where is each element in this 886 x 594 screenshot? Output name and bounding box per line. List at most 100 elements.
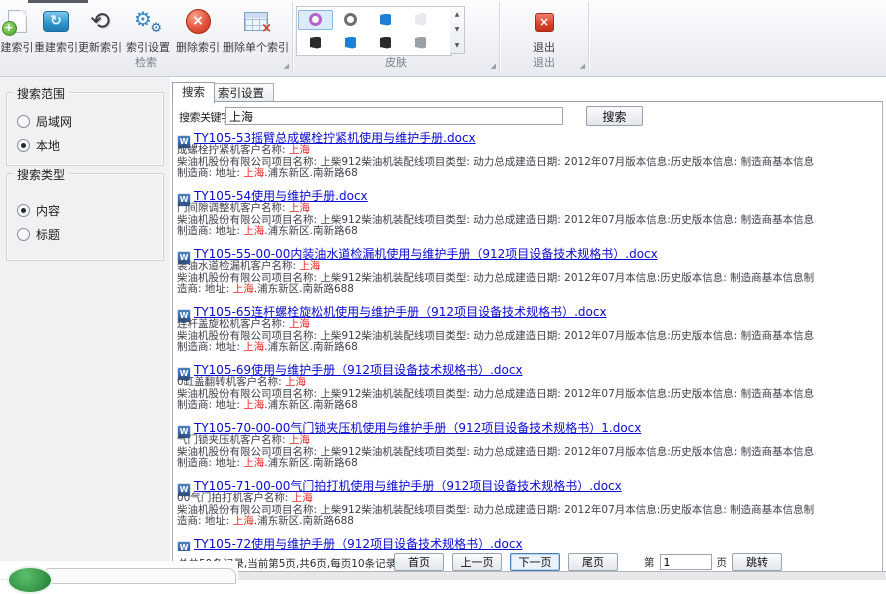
- skin-gallery-scroll[interactable]: ▲ ▼ ▼: [450, 6, 465, 54]
- create-index-icon: +: [8, 10, 27, 33]
- keyword-highlight: 上海: [289, 318, 310, 330]
- group-label-exit: 退出: [500, 54, 588, 70]
- dialog-launcher-icon[interactable]: ◢: [284, 63, 289, 70]
- result-item: WTY105-53摇臂总成螺栓拧紧机使用与维护手册.docx成螺栓拧紧机客户名称…: [177, 129, 879, 187]
- page-number-input[interactable]: [660, 554, 712, 570]
- result-link[interactable]: TY105-70-00-00气门锁夹压机使用与维护手册（912项目设备技术规格书…: [194, 421, 641, 435]
- radio-label: 内容: [36, 202, 60, 219]
- result-link[interactable]: TY105-54使用与维护手册.docx: [194, 189, 368, 203]
- radio-icon[interactable]: [17, 139, 30, 152]
- radio-icon[interactable]: [17, 204, 30, 217]
- page-prefix-label: 第: [644, 555, 655, 570]
- keyword-highlight: 上海: [289, 202, 310, 214]
- result-detail-line: 制造商: 地址: 上海.浦东新区.南新路68: [177, 342, 879, 354]
- search-keyword-label: 搜索关键字: [179, 109, 232, 125]
- search-type-title: 搜索类型: [13, 166, 69, 183]
- result-detail-line: 制造商: 地址: 上海.浦东新区.南新路68: [177, 168, 879, 180]
- skin-theme-blue-2013[interactable]: [333, 33, 368, 53]
- skin-theme-silver[interactable]: [403, 33, 438, 53]
- search-button[interactable]: 搜索: [586, 106, 643, 126]
- result-link[interactable]: TY105-65连杆螺栓旋松机使用与维护手册（912项目设备技术规格书）.doc…: [194, 305, 607, 319]
- pagination-goto: 第 页 跳转: [644, 553, 782, 571]
- tab-index-settings[interactable]: 索引设置: [208, 83, 274, 103]
- result-detail-line: 制造商: 地址: 上海.浦东新区.南新路68: [177, 226, 879, 238]
- search-tab-panel: 搜索关键字 搜索 WTY105-53摇臂总成螺栓拧紧机使用与维护手册.docx成…: [172, 101, 883, 572]
- result-link[interactable]: TY105-72使用与维护手册（912项目设备技术规格书）.docx: [194, 537, 523, 551]
- skin-swatch-icon: [415, 14, 426, 26]
- first-page-button[interactable]: 首页: [394, 553, 444, 571]
- last-page-button[interactable]: 尾页: [568, 553, 618, 571]
- scroll-down-icon[interactable]: ▼: [450, 22, 464, 37]
- result-detail-line: 制造商: 地址: 上海.浦东新区.南新路68: [177, 458, 879, 470]
- skin-theme-light[interactable]: [403, 10, 438, 30]
- word-doc-icon: W: [177, 541, 191, 551]
- search-scope-title: 搜索范围: [13, 85, 69, 102]
- result-detail-line: 造商: 地址: 上海.浦东新区.南新路688: [177, 284, 879, 296]
- result-link[interactable]: TY105-69使用与维护手册（912项目设备技术规格书）.docx: [194, 363, 523, 377]
- ribbon-group-skin: ▲ ▼ ▼ 皮肤 ◢: [293, 2, 500, 73]
- group-label-skin: 皮肤: [293, 54, 499, 70]
- radio-title[interactable]: 标题: [17, 226, 60, 243]
- result-link[interactable]: TY105-71-00-00气门拍打机使用与维护手册（912项目设备技术规格书）…: [194, 479, 622, 493]
- skin-theme-dark[interactable]: [368, 33, 403, 53]
- skin-gallery: [296, 6, 452, 56]
- exit-button[interactable]: × 退出: [514, 4, 574, 55]
- radio-label: 局域网: [36, 113, 72, 130]
- result-link[interactable]: TY105-55-00-00内装油水道检漏机使用与维护手册（912项目设备技术规…: [194, 247, 658, 261]
- next-page-button[interactable]: 下一页: [510, 553, 560, 571]
- keyword-highlight: 上海: [243, 457, 264, 469]
- rebuild-index-icon: ↻: [43, 11, 69, 32]
- skin-theme-purple-ring[interactable]: [298, 10, 333, 30]
- result-item: WTY105-65连杆螺栓旋松机使用与维护手册（912项目设备技术规格书）.do…: [177, 303, 879, 361]
- results-list: WTY105-53摇臂总成螺栓拧紧机使用与维护手册.docx成螺栓拧紧机客户名称…: [177, 129, 879, 551]
- search-type-groupbox: 搜索类型 内容 标题: [6, 173, 164, 261]
- delete-single-index-button[interactable]: × 删除单个索引: [214, 4, 298, 55]
- radio-local[interactable]: 本地: [17, 137, 60, 154]
- skin-swatch-icon: [380, 37, 391, 49]
- skin-swatch-icon: [415, 37, 426, 49]
- search-keyword-input[interactable]: [225, 107, 563, 125]
- button-label: 删除单个索引: [214, 39, 298, 55]
- index-settings-icon: ⚙⚙: [134, 7, 162, 35]
- prev-page-button[interactable]: 上一页: [452, 553, 502, 571]
- skin-theme-black[interactable]: [298, 33, 333, 53]
- tab-search[interactable]: 搜索: [172, 82, 215, 103]
- update-index-icon: ⟲: [90, 9, 110, 33]
- result-link[interactable]: TY105-53摇臂总成螺栓拧紧机使用与维护手册.docx: [194, 131, 476, 145]
- dialog-launcher-icon[interactable]: ◢: [580, 63, 585, 70]
- result-item: WTY105-54使用与维护手册.docx门间隙调整机客户名称: 上海柴油机股份…: [177, 187, 879, 245]
- keyword-highlight: 上海: [243, 341, 264, 353]
- skin-swatch-icon: [345, 37, 356, 49]
- sidebar: 搜索范围 局域网 本地 搜索类型 内容 标题: [0, 77, 171, 571]
- jump-button[interactable]: 跳转: [732, 553, 782, 571]
- scroll-up-icon[interactable]: ▲: [450, 7, 464, 22]
- keyword-highlight: 上海: [299, 260, 320, 272]
- skin-swatch-icon: [380, 14, 391, 26]
- radio-lan[interactable]: 局域网: [17, 113, 72, 130]
- result-detail-line: 造商: 地址: 上海.浦东新区.南新路688: [177, 516, 879, 528]
- keyword-highlight: 上海: [233, 283, 254, 295]
- radio-icon[interactable]: [17, 228, 30, 241]
- search-row: 搜索关键字 搜索: [173, 106, 882, 126]
- ribbon: + 建索引 ↻ 重建索引 ⟲ 更新索引 ⚙⚙ 索引设置 × 删除索引 × 删除单…: [0, 0, 886, 77]
- gallery-expand-icon[interactable]: ▼: [450, 38, 464, 53]
- group-label-retrieval: 检索: [0, 54, 292, 70]
- result-detail-line: 制造商: 地址: 上海.浦东新区.南新路68: [177, 400, 879, 412]
- skin-theme-blue[interactable]: [368, 10, 403, 30]
- pagination-buttons: 首页上一页下一页尾页: [394, 553, 618, 571]
- skin-swatch-icon: [344, 13, 357, 26]
- radio-label: 标题: [36, 226, 60, 243]
- radio-icon[interactable]: [17, 115, 30, 128]
- dialog-launcher-icon[interactable]: ◢: [491, 63, 496, 70]
- radio-content[interactable]: 内容: [17, 202, 60, 219]
- result-item: WTY105-70-00-00气门锁夹压机使用与维护手册（912项目设备技术规格…: [177, 419, 879, 477]
- skin-swatch-icon: [310, 37, 321, 49]
- result-item: WTY105-72使用与维护手册（912项目设备技术规格书）.docx: [177, 535, 879, 551]
- skin-theme-gray-ring[interactable]: [333, 10, 368, 30]
- background-window-fragment: [42, 568, 236, 584]
- keyword-highlight: 上海: [233, 515, 254, 527]
- keyword-highlight: 上海: [289, 144, 310, 156]
- ribbon-group-retrieval: + 建索引 ↻ 重建索引 ⟲ 更新索引 ⚙⚙ 索引设置 × 删除索引 × 删除单…: [0, 2, 293, 73]
- background-green-button-fragment: [7, 566, 53, 594]
- result-item: WTY105-71-00-00气门拍打机使用与维护手册（912项目设备技术规格书…: [177, 477, 879, 535]
